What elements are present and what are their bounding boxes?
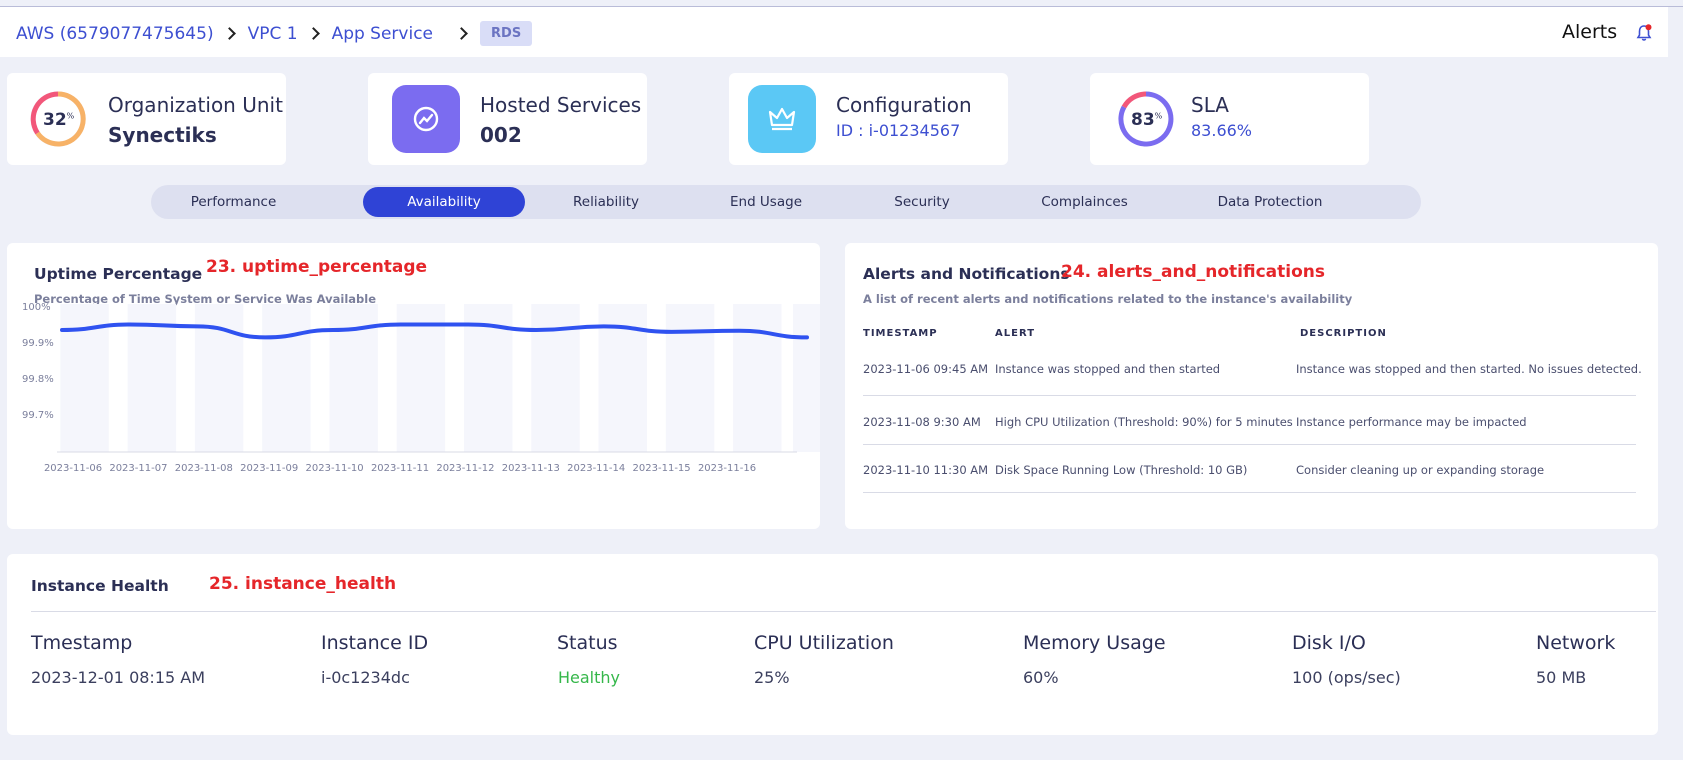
alerts-label: Alerts	[1562, 21, 1618, 43]
health-divider	[31, 611, 1656, 612]
x-tick-label: 2023-11-09	[240, 463, 298, 474]
x-tick-label: 2023-11-07	[109, 463, 167, 474]
uptime-panel: Uptime Percentage 23. uptime_percentage …	[7, 243, 820, 529]
alerts-col-description: DESCRIPTION	[1300, 328, 1387, 339]
alerts-annotation: 24. alerts_and_notifications	[1061, 262, 1325, 282]
instance-health-annotation: 25. instance_health	[209, 574, 397, 594]
health-col-network: Network	[1536, 632, 1616, 654]
health-instance-id-value: i-0c1234dc	[321, 668, 410, 687]
health-col-status: Status	[557, 632, 618, 654]
alert-row-2-description: Instance performance may be impacted	[1296, 415, 1527, 429]
alert-row-3-description: Consider cleaning up or expanding storag…	[1296, 463, 1545, 477]
health-cpu-value: 25%	[754, 668, 790, 687]
hosted-services-card: Hosted Services 002	[368, 73, 647, 165]
alerts-col-alert: ALERT	[995, 328, 1036, 339]
health-network-value: 50 MB	[1536, 668, 1587, 687]
chevron-right-icon	[222, 27, 236, 40]
tab-bar: Performance Availability Reliability End…	[151, 185, 1421, 219]
health-disk-value: 100 (ops/sec)	[1292, 668, 1401, 687]
org-unit-value: Synectiks	[108, 123, 217, 147]
alert-row-2-timestamp: 2023-11-08 9:30 AM	[863, 415, 981, 429]
x-tick-label: 2023-11-15	[633, 463, 691, 474]
x-tick-label: 2023-11-10	[306, 463, 364, 474]
alert-row-2-alert: High CPU Utilization (Threshold: 90%) fo…	[995, 415, 1293, 429]
health-col-cpu: CPU Utilization	[754, 632, 894, 654]
status-badge: Healthy	[558, 668, 621, 687]
instance-health-title: Instance Health	[31, 577, 169, 595]
breadcrumb-app-service[interactable]: App Service	[332, 24, 433, 44]
chart-up-icon	[392, 85, 460, 153]
chart-column-band	[665, 304, 715, 452]
org-unit-card: 32% Organization Unit Synectiks	[7, 73, 286, 165]
health-col-timestamp: Tmestamp	[31, 632, 133, 654]
alerts-title: Alerts and Notifications	[863, 265, 1070, 283]
row-divider	[863, 395, 1636, 396]
breadcrumb-vpc[interactable]: VPC 1	[248, 24, 298, 44]
breadcrumb: AWS (6579077475645) VPC 1 App Service RD…	[16, 21, 533, 46]
chevron-right-icon	[455, 27, 468, 40]
chart-column-band	[793, 304, 820, 452]
x-tick-label: 2023-11-11	[371, 463, 429, 474]
row-divider	[863, 444, 1636, 445]
uptime-chart: 100% 99.9% 99.8% 99.7% 2023-11-06 2023-11-07 2…	[22, 302, 820, 474]
hosted-services-value: 002	[480, 123, 522, 147]
sla-title: SLA	[1191, 93, 1229, 117]
y-tick-label: 99.9%	[22, 338, 54, 349]
health-timestamp-value: 2023-12-01 08:15 AM	[31, 668, 206, 687]
breadcrumb-aws[interactable]: AWS (6579077475645)	[16, 24, 214, 44]
breadcrumb-rds-badge[interactable]: RDS	[480, 21, 533, 46]
tab-performance[interactable]: Performance	[165, 187, 302, 217]
alerts-panel: Alerts and Notifications 24. alerts_and_…	[845, 243, 1658, 529]
x-tick-label: 2023-11-16	[698, 463, 756, 474]
tab-complainces[interactable]: Complainces	[1012, 187, 1157, 217]
x-tick-label: 2023-11-13	[502, 463, 560, 474]
alerts-col-timestamp: TIMESTAMP	[863, 328, 938, 339]
crown-icon	[748, 85, 816, 153]
y-tick-label: 100%	[22, 302, 51, 313]
sla-card: 83% SLA 83.66%	[1090, 73, 1369, 165]
health-col-disk: Disk I/O	[1292, 632, 1366, 654]
alert-row-3-timestamp: 2023-11-10 11:30 AM	[863, 463, 989, 477]
chevron-right-icon	[306, 27, 320, 40]
org-unit-title: Organization Unit	[108, 93, 283, 117]
x-tick-label: 2023-11-08	[175, 463, 233, 474]
alert-row-3-alert: Disk Space Running Low (Threshold: 10 GB…	[995, 463, 1248, 477]
x-tick-label: 2023-11-12	[436, 463, 494, 474]
y-tick-label: 99.8%	[22, 374, 54, 385]
chart-column-band	[733, 304, 782, 452]
org-unit-ring-value: 32%	[43, 110, 75, 130]
health-memory-value: 60%	[1023, 668, 1059, 687]
alert-row-1-description: Instance was stopped and then started. N…	[1296, 362, 1642, 376]
sla-ring-value: 83%	[1131, 110, 1163, 130]
configuration-card: Configuration ID : i-01234567	[729, 73, 1008, 165]
x-tick-label: 2023-11-06	[44, 463, 102, 474]
top-bar: AWS (6579077475645) VPC 1 App Service RD…	[0, 7, 1668, 57]
tab-data-protection[interactable]: Data Protection	[1185, 187, 1355, 217]
configuration-title: Configuration	[836, 93, 972, 117]
row-divider	[863, 492, 1636, 493]
x-tick-label: 2023-11-14	[567, 463, 625, 474]
hosted-services-title: Hosted Services	[480, 93, 642, 117]
bell-icon[interactable]	[1636, 24, 1652, 42]
chart-column-band	[262, 304, 311, 452]
tab-reliability[interactable]: Reliability	[541, 187, 671, 217]
health-col-memory: Memory Usage	[1023, 632, 1166, 654]
tab-end-usage[interactable]: End Usage	[701, 187, 831, 217]
y-tick-label: 99.7%	[22, 410, 54, 421]
alert-row-1-timestamp: 2023-11-06 09:45 AM	[863, 362, 989, 376]
tab-availability[interactable]: Availability	[363, 187, 525, 217]
configuration-id: ID : i-01234567	[836, 121, 961, 140]
health-col-instance-id: Instance ID	[321, 632, 429, 654]
alerts-subtitle: A list of recent alerts and notification…	[863, 292, 1353, 306]
alert-row-1-alert: Instance was stopped and then started	[995, 362, 1221, 376]
sla-value: 83.66%	[1191, 121, 1253, 140]
tab-security[interactable]: Security	[857, 187, 987, 217]
